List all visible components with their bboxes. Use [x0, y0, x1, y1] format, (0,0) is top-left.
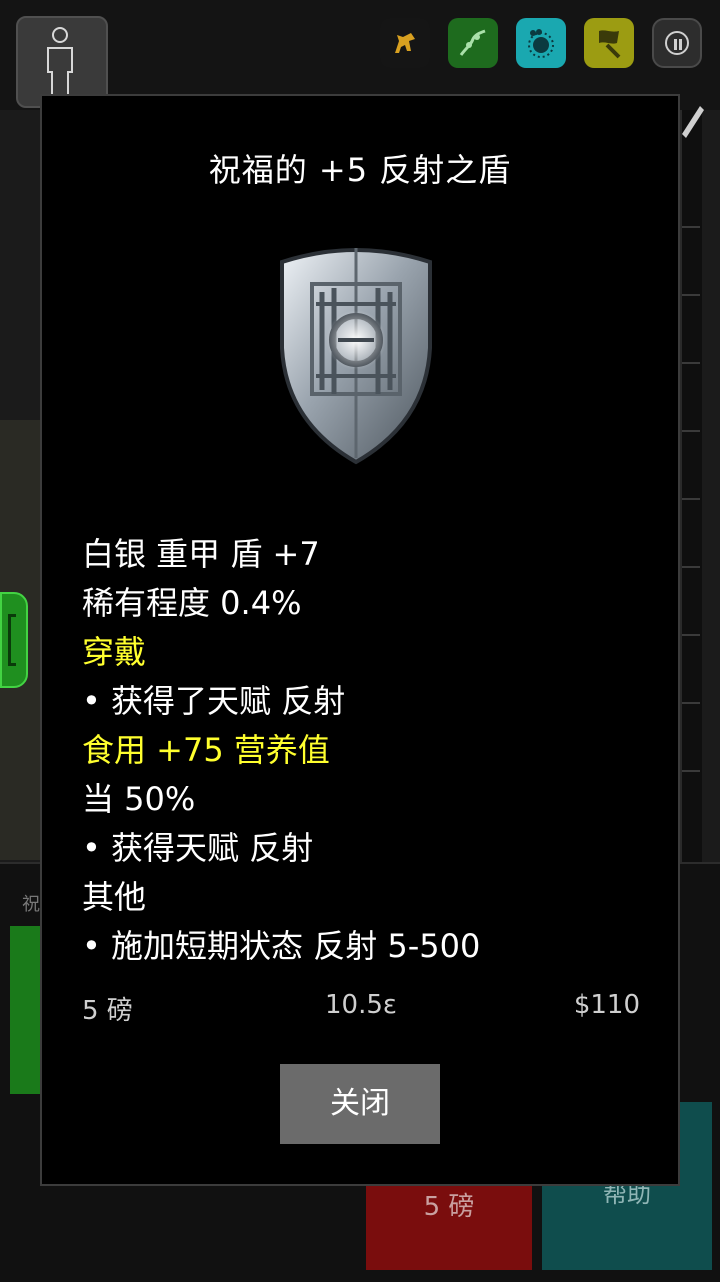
mount-button[interactable]: [380, 18, 430, 68]
status-button[interactable]: [516, 18, 566, 68]
weight-card-label: 5 磅: [423, 1192, 475, 1222]
inventory-slot[interactable]: [682, 704, 700, 772]
inventory-slot[interactable]: [682, 500, 700, 568]
item-price: $110: [573, 990, 640, 1020]
pause-icon-bar-left: [674, 39, 677, 50]
inventory-slot[interactable]: [682, 432, 700, 500]
inventory-slot[interactable]: [682, 568, 700, 636]
flag-icon: [599, 30, 621, 59]
close-button[interactable]: 关闭: [280, 1064, 440, 1144]
stat-line-other-status: • 施加短期状态 反射 5-500: [82, 927, 481, 965]
stat-header-equip: 穿戴: [82, 633, 147, 671]
pause-icon: [665, 31, 689, 55]
pencil-icon[interactable]: [676, 100, 706, 140]
vine-icon: [459, 29, 486, 56]
nature-button[interactable]: [448, 18, 498, 68]
journal-button[interactable]: [584, 18, 634, 68]
inventory-slot[interactable]: [682, 364, 700, 432]
pause-button[interactable]: [652, 18, 702, 68]
stat-line-material: 白银 重甲 盾 +7: [82, 535, 320, 573]
stat-line-rarity: 稀有程度 0.4%: [82, 584, 302, 622]
stat-line-equip-talent: • 获得了天赋 反射: [82, 682, 346, 720]
bottom-item-label: 祝: [22, 894, 40, 915]
stat-header-other: 其他: [82, 878, 147, 916]
inventory-column: [680, 110, 702, 870]
side-drawer-handle[interactable]: [0, 592, 28, 688]
character-icon: [47, 27, 73, 97]
horse-icon: [395, 33, 415, 53]
shield-icon: [280, 248, 432, 465]
stat-line-eat-chance: 当 50%: [82, 780, 196, 818]
bottom-action-card[interactable]: [10, 926, 40, 1094]
pause-icon-bar-right: [679, 39, 682, 50]
stat-header-eat: 食用 +75 营养值: [82, 731, 330, 769]
spore-icon: [528, 29, 554, 58]
inventory-slot[interactable]: [682, 296, 700, 364]
stat-line-eat-talent: • 获得天赋 反射: [82, 829, 314, 867]
item-title: 祝福的 +5 反射之盾: [208, 151, 512, 189]
inventory-slot[interactable]: [682, 228, 700, 296]
item-footer: 5 磅 10.5ε $110: [82, 990, 640, 1026]
inventory-slot[interactable]: [682, 636, 700, 704]
item-stats: 白银 重甲 盾 +7 稀有程度 0.4% 穿戴 • 获得了天赋 反射 食用 +7…: [82, 530, 642, 971]
item-charge: 10.5ε: [325, 990, 397, 1020]
